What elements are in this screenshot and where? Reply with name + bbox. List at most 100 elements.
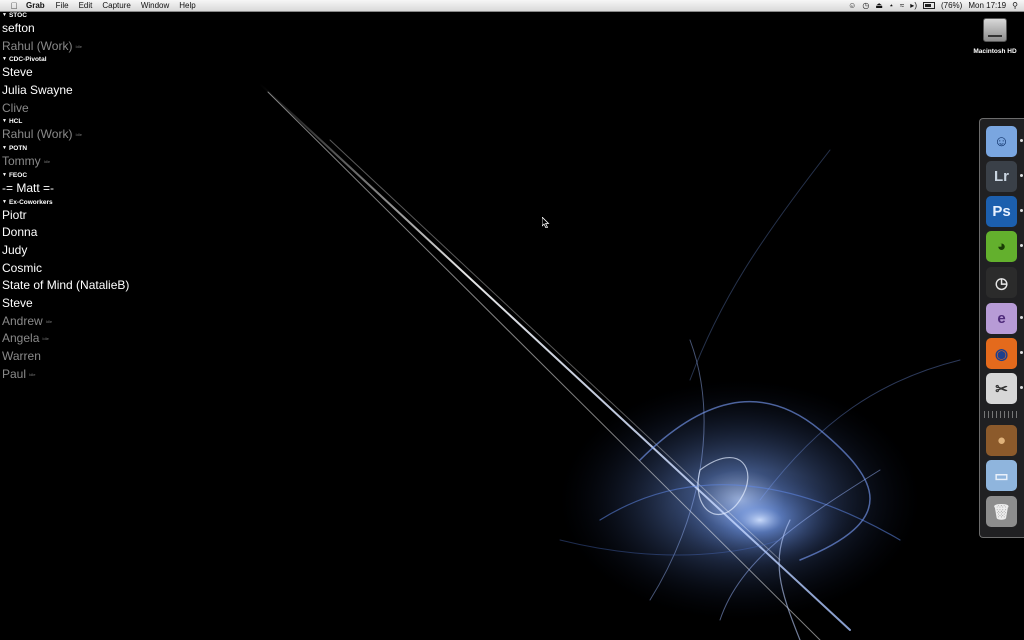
running-indicator [1020, 316, 1023, 319]
idle-tag: Idle [29, 371, 36, 377]
dock-glyph: ◕ [996, 238, 1007, 255]
dock: ☺ Lr Ps ◕ ◷ e ◉ ✂ ● ▭ 🗑 [979, 118, 1024, 538]
buddy-name: Warren [2, 349, 41, 363]
volume-icon[interactable]: ▸) [910, 1, 917, 10]
menu-capture[interactable]: Capture [102, 1, 130, 10]
dock-glyph: ✂ [995, 380, 1008, 398]
running-indicator [1020, 351, 1023, 354]
time-machine-icon[interactable]: ◷ [862, 1, 869, 10]
menu-file[interactable]: File [56, 1, 69, 10]
buddy-item[interactable]: Paul Idle [2, 366, 129, 384]
dashboard-icon[interactable]: ◷ [986, 267, 1017, 298]
buddy-name: State of Mind (NatalieB) [2, 278, 130, 293]
buddy-item[interactable]: Donna [2, 224, 129, 242]
dock-separator[interactable] [984, 411, 1018, 418]
spotlight-icon[interactable]: ⚲ [1012, 1, 1018, 10]
adium-duck-icon[interactable]: ◕ [986, 231, 1023, 262]
menu-clock[interactable]: Mon 17:19 [968, 1, 1006, 10]
group-header[interactable]: ▼ Ex-Coworkers [2, 198, 129, 207]
menu-app-name[interactable]: Grab [26, 1, 45, 10]
buddy-name: Clive [2, 100, 29, 115]
disclosure-triangle-icon[interactable]: ▼ [2, 144, 7, 153]
buddy-item[interactable]: Angela Idle [2, 330, 129, 348]
group-name: CDC-Pivotal [8, 56, 47, 64]
dock-glyph: 🗑 [991, 503, 1012, 521]
buddy-item[interactable]: Steve [2, 295, 129, 313]
editor-e-icon[interactable]: e [986, 303, 1023, 334]
grab-scissors-icon[interactable]: ✂ [986, 373, 1023, 404]
dock-glyph: ◷ [994, 274, 1009, 292]
lightroom-icon[interactable]: Lr [986, 161, 1023, 192]
running-indicator [1020, 174, 1023, 177]
group-name: POTN [8, 145, 28, 153]
buddy-name: -= Matt =- [2, 180, 55, 195]
disclosure-triangle-icon[interactable]: ▼ [2, 198, 7, 207]
menu-help[interactable]: Help [179, 1, 195, 10]
apple-menu-icon[interactable]:  [6, 1, 22, 11]
hard-drive-icon[interactable] [983, 18, 1007, 42]
finder-icon[interactable]: ☺ [986, 126, 1023, 157]
bluetooth-icon[interactable]: ⋆ [889, 1, 894, 10]
group-name: HCL [8, 118, 23, 126]
running-indicator [1020, 386, 1023, 389]
running-indicator [1020, 139, 1023, 142]
buddy-item[interactable]: Rahul (Work) Idle [2, 126, 129, 144]
group-header[interactable]: ▼ POTN [2, 144, 129, 153]
eject-icon[interactable]: ⏏ [875, 1, 883, 10]
menu-bar:  Grab File Edit Capture Window Help ☺ ◷… [0, 0, 1024, 12]
group-name: STOC [8, 12, 27, 19]
drive-label[interactable]: Macintosh HD [973, 48, 1016, 55]
idle-tag: Idle [43, 159, 51, 165]
buddy-name: Steve [2, 295, 33, 310]
buddy-item[interactable]: Steve [2, 64, 129, 82]
menu-edit[interactable]: Edit [79, 1, 93, 10]
mouse-cursor-icon [542, 217, 550, 228]
buddy-item[interactable]: Warren [2, 348, 129, 366]
photoshop-icon[interactable]: Ps [986, 196, 1023, 227]
buddy-item[interactable]: Andrew Idle [2, 313, 129, 331]
dock-glyph: Ps [992, 203, 1011, 220]
disclosure-triangle-icon[interactable]: ▼ [2, 117, 7, 126]
buddy-item[interactable]: Cosmic [2, 260, 129, 278]
buddy-item[interactable]: Clive [2, 100, 129, 118]
desktop-drive[interactable]: Macintosh HD [966, 18, 1024, 55]
coconut-battery-icon[interactable]: ● [986, 425, 1017, 456]
buddy-name: Judy [2, 242, 28, 257]
menu-window[interactable]: Window [141, 1, 169, 10]
firefox-icon[interactable]: ◉ [986, 338, 1023, 369]
user-icon[interactable]: ☺ [848, 1, 856, 10]
buddy-item[interactable]: sefton [2, 20, 129, 38]
group-header[interactable]: ▼ STOC [2, 11, 129, 20]
group-name: FEOC [8, 171, 28, 179]
trash-icon[interactable]: 🗑 [986, 496, 1017, 527]
buddy-item[interactable]: State of Mind (NatalieB) [2, 277, 129, 295]
group-header[interactable]: ▼ CDC-Pivotal [2, 55, 129, 64]
group-header[interactable]: ▼ FEOC [2, 171, 129, 180]
desktop-wallpaper [0, 0, 1024, 640]
battery-percent[interactable]: (76%) [941, 1, 962, 10]
buddy-item[interactable]: Tommy Idle [2, 153, 129, 171]
menu-extras: ☺ ◷ ⏏ ⋆ ≈ ▸) (76%) Mon 17:19 ⚲ [848, 1, 1018, 10]
idle-tag: Idle [75, 43, 82, 49]
dock-glyph: ◉ [994, 345, 1009, 363]
buddy-name: Paul [2, 366, 27, 381]
wifi-icon[interactable]: ≈ [900, 1, 904, 10]
buddy-name: Steve [2, 65, 33, 80]
idle-tag: Idle [75, 132, 82, 138]
disclosure-triangle-icon[interactable]: ▼ [2, 171, 7, 180]
disclosure-triangle-icon[interactable]: ▼ [2, 11, 7, 20]
buddy-item[interactable]: Rahul (Work) Idle [2, 38, 129, 56]
group-header[interactable]: ▼ HCL [2, 117, 129, 126]
running-indicator [1020, 244, 1023, 247]
buddy-name: Angela [2, 331, 40, 346]
buddy-item[interactable]: -= Matt =- [2, 180, 129, 198]
buddy-item[interactable]: Judy [2, 242, 129, 260]
documents-folder-icon[interactable]: ▭ [986, 460, 1017, 491]
buddy-name: Rahul (Work) [2, 38, 73, 53]
buddy-item[interactable]: Julia Swayne [2, 82, 129, 100]
battery-icon[interactable] [922, 2, 935, 9]
buddy-item[interactable]: Piotr [2, 207, 129, 225]
buddy-name: Tommy [2, 154, 41, 169]
dock-glyph: ● [996, 432, 1007, 449]
disclosure-triangle-icon[interactable]: ▼ [2, 55, 7, 64]
